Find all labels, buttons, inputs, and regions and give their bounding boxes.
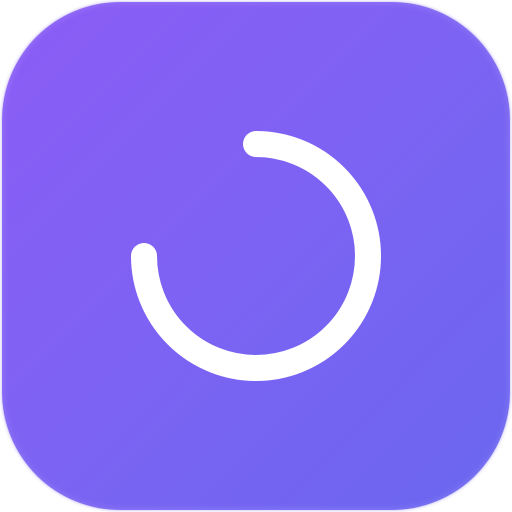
spinner-arc	[131, 131, 381, 381]
app-icon[interactable]	[2, 2, 510, 510]
stage	[0, 0, 512, 512]
loading-spinner-icon	[131, 131, 381, 381]
